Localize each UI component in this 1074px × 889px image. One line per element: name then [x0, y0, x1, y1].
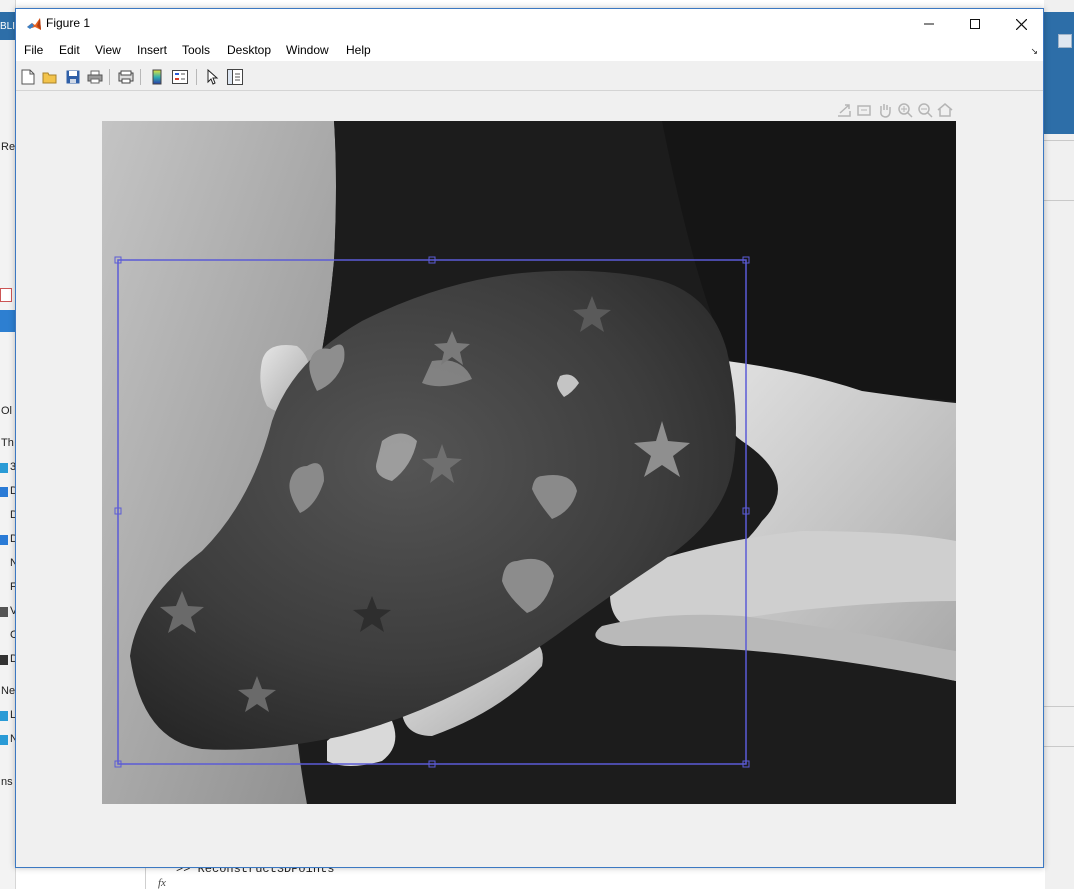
network-icon: [0, 735, 8, 745]
folder-icon: [0, 487, 8, 497]
checklist-icon: [0, 288, 12, 302]
brush-icon: [857, 105, 871, 116]
export-icon: [838, 104, 851, 117]
background-fragment: Re: [1, 141, 16, 153]
command-window[interactable]: fx >> Reconstruct3DPoints: [145, 862, 1045, 889]
new-figure-icon: [21, 69, 35, 85]
toolbar-separator: [140, 69, 141, 85]
toolbar-separator: [109, 69, 110, 85]
zoom-out-button[interactable]: [916, 101, 934, 119]
save-button[interactable]: [64, 68, 82, 86]
background-right-panel: [1044, 0, 1074, 889]
background-fragment: Th: [1, 437, 14, 449]
edit-plot-pointer-icon: [207, 69, 219, 85]
zoom-out-icon: [918, 103, 933, 118]
menu-desktop[interactable]: Desktop: [227, 43, 271, 57]
grayscale-photo: [102, 121, 956, 804]
open-file-icon: [42, 72, 57, 84]
background-title-strip: BLIS: [0, 12, 22, 40]
zoom-in-button[interactable]: [896, 101, 914, 119]
selection-bar: [0, 310, 15, 332]
save-icon: [66, 70, 80, 84]
window-title: Figure 1: [46, 16, 91, 30]
drive-icon: [0, 655, 8, 665]
print-button[interactable]: [86, 68, 104, 86]
menu-window[interactable]: Window: [286, 43, 329, 57]
insert-colorbar-button[interactable]: [148, 68, 166, 86]
maximize-button[interactable]: [952, 9, 998, 39]
background-fragment: Ne: [1, 685, 16, 697]
open-file-button[interactable]: [41, 68, 59, 86]
network-icon: [0, 711, 8, 721]
edit-plot-button[interactable]: [204, 68, 222, 86]
property-inspector-icon: [227, 69, 243, 85]
window-icon: [1058, 34, 1072, 48]
pan-button[interactable]: [876, 101, 894, 119]
menu-bar: File Edit View Insert Tools Desktop Wind…: [16, 39, 1043, 61]
menu-file[interactable]: File: [24, 43, 43, 57]
print-preview-button[interactable]: [117, 68, 135, 86]
divider: [1044, 200, 1074, 201]
home-icon: [937, 103, 953, 117]
menu-tools[interactable]: Tools: [182, 43, 210, 57]
minimize-icon: [924, 23, 934, 25]
title-bar[interactable]: Figure 1: [16, 9, 1043, 39]
background-left-panel: BLIS Re Ol Th 3 D D D N F V C D Ne L N n…: [0, 0, 22, 889]
export-button[interactable]: [836, 101, 854, 119]
zoom-in-icon: [898, 103, 913, 118]
new-figure-button[interactable]: [19, 68, 37, 86]
close-button[interactable]: [998, 9, 1044, 39]
divider: [1044, 746, 1074, 747]
image-axes[interactable]: [102, 121, 956, 804]
divider: [1044, 706, 1074, 707]
divider: [1044, 140, 1074, 141]
menu-view[interactable]: View: [95, 43, 121, 57]
figure-window: Figure 1 File Edit View Insert Tools Des…: [15, 8, 1044, 868]
folder-icon: [0, 463, 8, 473]
menu-insert[interactable]: Insert: [137, 43, 167, 57]
menu-edit[interactable]: Edit: [59, 43, 80, 57]
close-icon: [1015, 18, 1027, 30]
minimize-button[interactable]: [906, 9, 952, 39]
insert-legend-button[interactable]: [171, 68, 189, 86]
maximize-icon: [970, 19, 980, 29]
print-icon: [87, 70, 103, 84]
toolbar-separator: [196, 69, 197, 85]
background-title-strip: [1044, 12, 1074, 134]
brush-button[interactable]: [856, 101, 874, 119]
background-fragment: Ol: [1, 405, 12, 417]
property-inspector-button[interactable]: [226, 68, 244, 86]
figure-toolbar: [16, 64, 1043, 91]
pan-icon: [880, 104, 891, 118]
fx-icon: fx: [158, 877, 166, 889]
print-preview-icon: [118, 70, 134, 84]
video-icon: [0, 607, 8, 617]
download-icon: [0, 535, 8, 545]
menu-help[interactable]: Help: [346, 43, 371, 57]
background-fragment: ns: [1, 776, 13, 788]
legend-icon: [172, 70, 188, 84]
colorbar-icon: [152, 69, 162, 85]
home-button[interactable]: [936, 101, 954, 119]
dock-arrow-icon[interactable]: ↘: [1030, 46, 1038, 57]
matlab-logo-icon: [27, 18, 41, 30]
